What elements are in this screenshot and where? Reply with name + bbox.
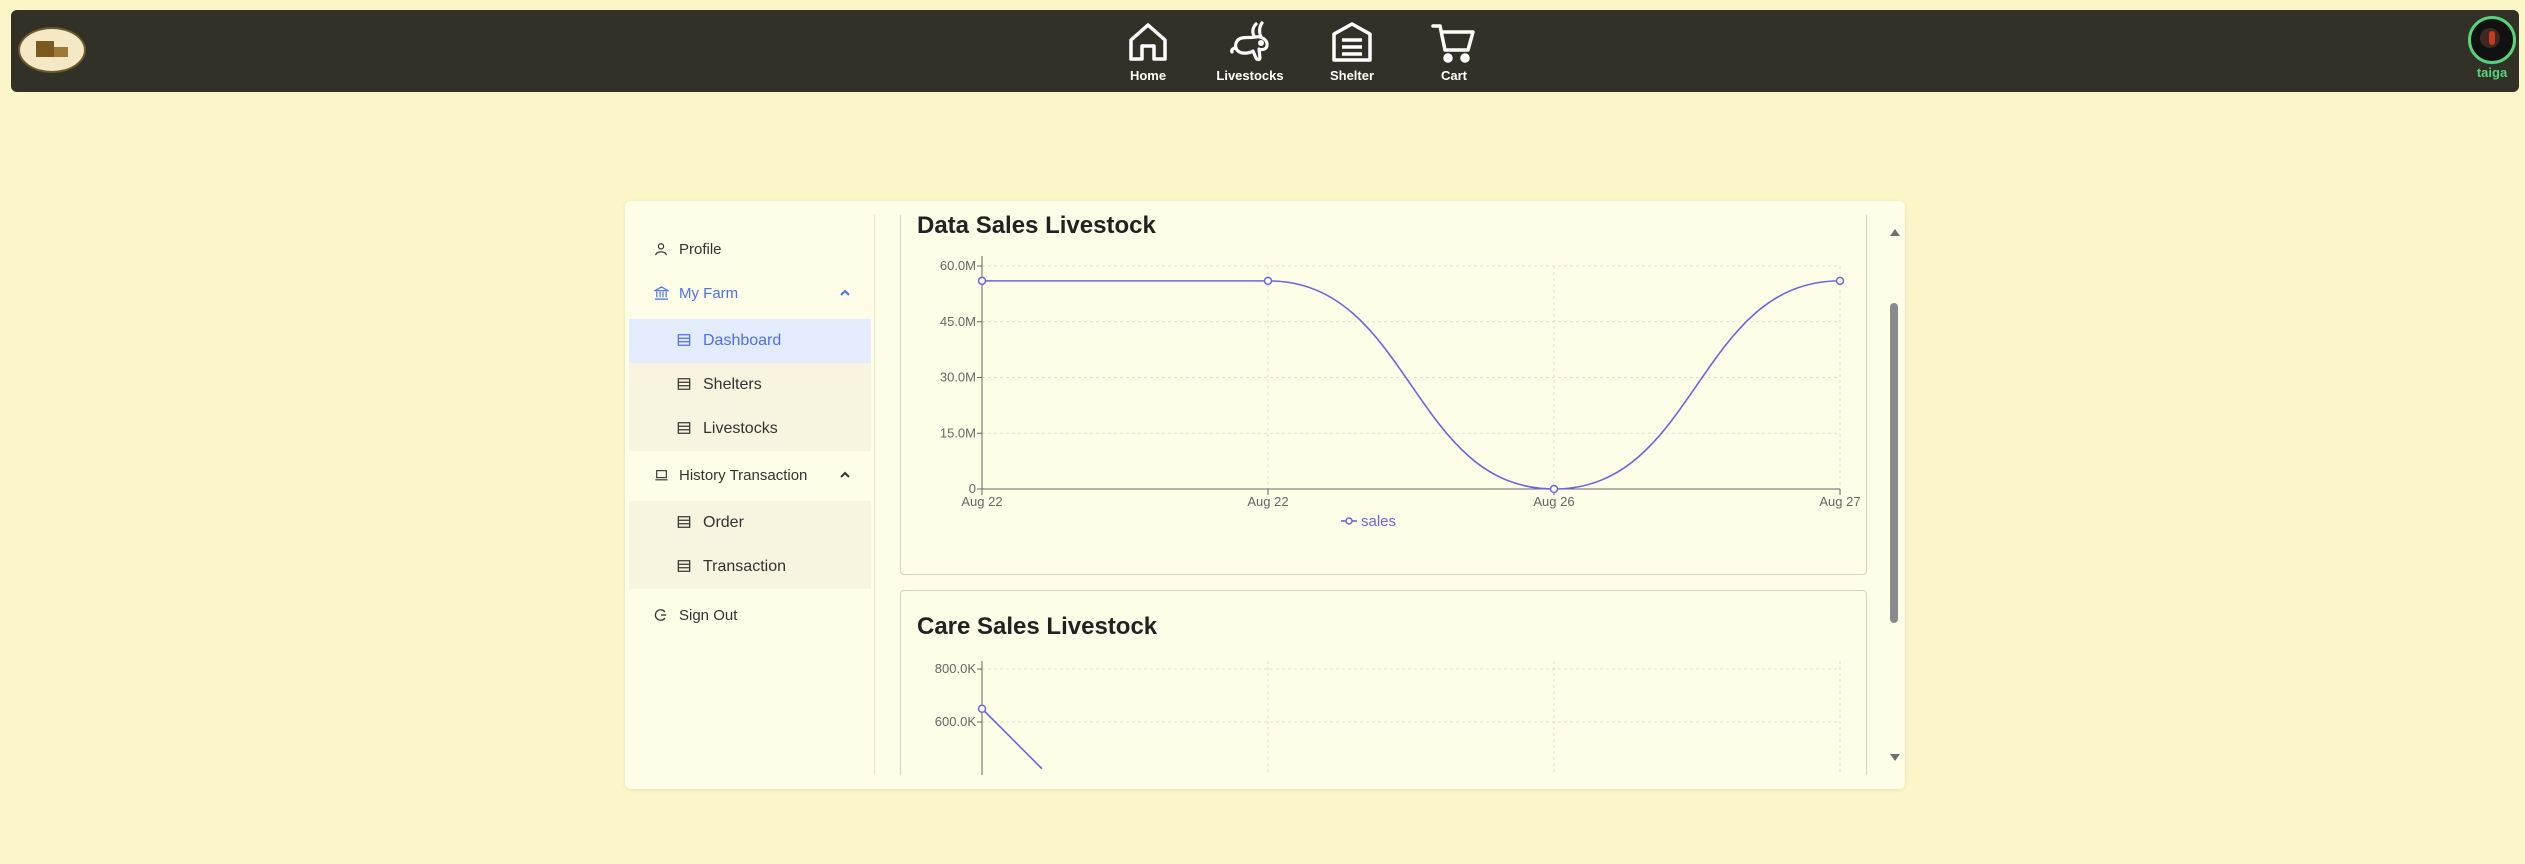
sidebar: Profile My Farm Dashboard Shelters Lives… <box>625 215 875 775</box>
user-icon <box>653 241 669 257</box>
user-menu[interactable]: taiga <box>2464 16 2520 86</box>
sidebar-group-my-farm-label: My Farm <box>679 284 739 302</box>
care-chart: 600.0K 800.0K <box>935 661 1841 775</box>
sales-chart: 015.0M30.0M45.0M60.0MAug 22 Aug 22 Aug 26 A… <box>940 256 1861 530</box>
sales-data-point <box>977 276 987 286</box>
sidebar-item-sign-out-label: Sign Out <box>679 606 738 624</box>
sidebar-item-shelters[interactable]: Shelters <box>629 363 871 407</box>
bank-icon <box>653 285 669 301</box>
sales-data-point <box>1263 276 1273 286</box>
barn-logo-mark-small <box>54 47 68 57</box>
cart-icon <box>1431 24 1475 63</box>
care-series-line <box>981 708 1043 770</box>
logout-icon <box>653 607 669 623</box>
y-tick-label: 600.0K <box>935 714 977 729</box>
nav-livestocks-label: Livestocks <box>1216 68 1284 83</box>
care-data-point <box>977 704 987 713</box>
sidebar-item-shelters-label: Shelters <box>703 376 762 393</box>
sidebar-item-dashboard-label: Dashboard <box>703 332 782 349</box>
x-tick-label: Aug 26 <box>1533 494 1574 509</box>
main-nav: Home Livestocks Shelter Cart <box>1097 18 1505 88</box>
scroll-thumb[interactable] <box>1890 303 1898 623</box>
chevron-up-icon <box>840 289 850 296</box>
nav-shelter-label: Shelter <box>1329 68 1375 83</box>
sidebar-item-profile-label: Profile <box>679 240 722 258</box>
sidebar-item-transaction[interactable]: Transaction <box>629 545 871 589</box>
top-navbar: Home Livestocks Shelter Cart taiga <box>11 10 2519 92</box>
scroll-up-arrow[interactable] <box>1890 229 1900 236</box>
barn-logo-mark <box>36 41 54 57</box>
legend-marker-dot <box>1345 517 1353 525</box>
y-tick-label: 45.0M <box>940 314 976 329</box>
nav-home[interactable]: Home <box>1097 18 1199 88</box>
table-icon <box>677 421 693 437</box>
legend-label-sales: sales <box>1361 513 1396 530</box>
y-tick-label: 15.0M <box>940 425 976 440</box>
dashboard-card: Profile My Farm Dashboard Shelters Lives… <box>625 201 1905 789</box>
content-scrollbar[interactable] <box>1888 215 1900 775</box>
sidebar-group-history-label: History Transaction <box>679 466 808 484</box>
sales-series-line <box>982 280 1841 490</box>
y-tick-label: 60.0M <box>940 258 976 273</box>
home-icon <box>1129 23 1167 61</box>
sidebar-item-order[interactable]: Order <box>629 501 871 545</box>
x-tick-label: Aug 22 <box>1247 494 1288 509</box>
rabbit-icon <box>1230 21 1269 62</box>
content-area: Data Sales Livestock 0 15.0M 30.0M 45.0M 60.… <box>876 215 1886 775</box>
care-chart-card: Care Sales Livestock 600.0K 800.0K <box>900 590 1867 775</box>
sales-chart-card: Data Sales Livestock 0 15.0M 30.0M 45.0M 60.… <box>900 215 1867 575</box>
sidebar-item-livestocks-label: Livestocks <box>703 420 778 437</box>
username: taiga <box>2476 65 2508 80</box>
table-icon <box>677 559 693 575</box>
sidebar-item-sign-out[interactable]: Sign Out <box>629 595 871 635</box>
laptop-icon <box>653 467 669 483</box>
sales-data-point <box>1835 276 1845 286</box>
nav-shelter[interactable]: Shelter <box>1301 18 1403 88</box>
sidebar-item-profile[interactable]: Profile <box>629 229 871 269</box>
scroll-down-arrow[interactable] <box>1890 754 1900 761</box>
sidebar-item-dashboard[interactable]: Dashboard <box>629 319 871 363</box>
sidebar-item-livestocks[interactable]: Livestocks <box>629 407 871 451</box>
table-icon <box>677 333 693 349</box>
avatar[interactable] <box>2468 16 2516 64</box>
sidebar-group-my-farm[interactable]: My Farm <box>629 273 871 313</box>
table-icon <box>677 515 693 531</box>
sidebar-item-transaction-label: Transaction <box>703 558 786 575</box>
x-tick-label: Aug 22 <box>961 494 1002 509</box>
nav-cart[interactable]: Cart <box>1403 18 1505 88</box>
garage-icon <box>1332 22 1372 62</box>
nav-home-label: Home <box>1129 68 1167 83</box>
y-tick-label: 800.0K <box>935 661 977 676</box>
sales-data-point <box>1549 484 1559 494</box>
nav-livestocks[interactable]: Livestocks <box>1199 18 1301 88</box>
chevron-up-icon <box>840 471 850 478</box>
table-icon <box>677 377 693 393</box>
y-tick-label: 30.0M <box>940 370 976 385</box>
sidebar-item-order-label: Order <box>703 514 744 531</box>
nav-cart-label: Cart <box>1440 68 1467 83</box>
x-tick-label: Aug 27 <box>1819 494 1860 509</box>
farm-logo[interactable] <box>18 27 86 73</box>
sidebar-group-history[interactable]: History Transaction <box>629 455 871 495</box>
